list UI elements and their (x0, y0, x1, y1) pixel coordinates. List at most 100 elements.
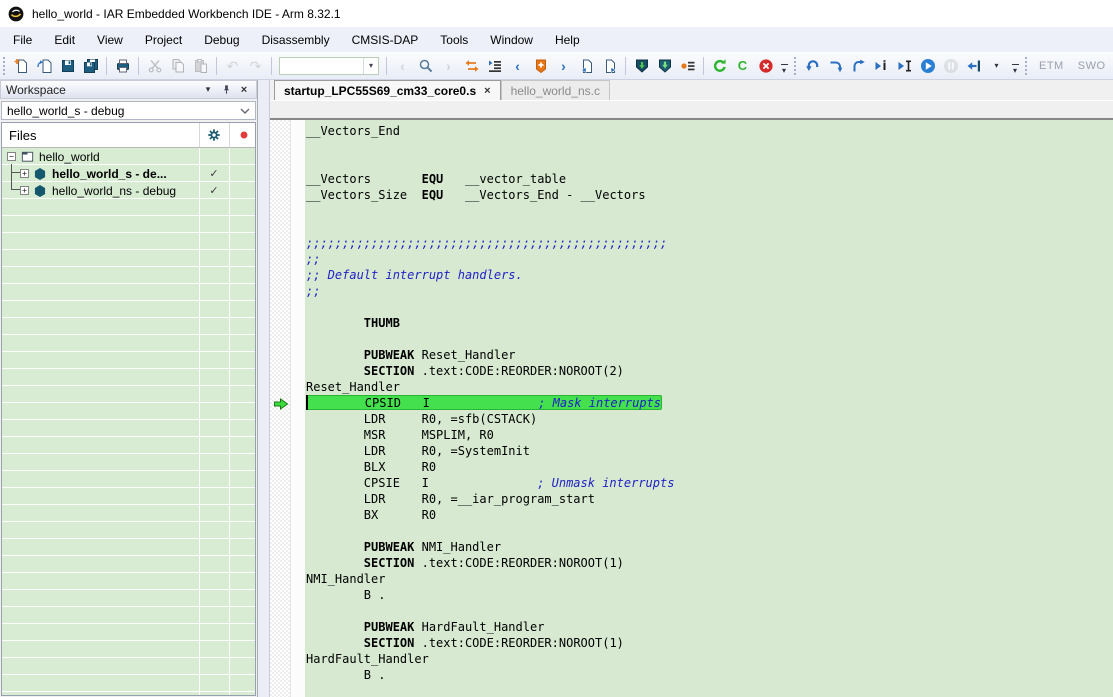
toolbar-separator (703, 57, 704, 75)
print-button[interactable] (111, 54, 134, 77)
code-line-text: NMI_Handler (306, 572, 385, 586)
step-into-button[interactable] (870, 54, 893, 77)
settings-gear-icon[interactable] (199, 123, 229, 147)
cut-button[interactable] (143, 54, 166, 77)
run-to-cursor-button[interactable] (893, 54, 916, 77)
next-document-icon (602, 58, 618, 74)
pin-icon[interactable] (219, 83, 233, 97)
breakpoint-dot-icon[interactable] (229, 123, 256, 147)
save-all-button[interactable] (79, 54, 102, 77)
paste-button[interactable] (189, 54, 212, 77)
prev-bookmark-button[interactable]: ‹ (506, 54, 529, 77)
tree-item-hello-world[interactable]: −hello_world (2, 148, 255, 165)
make-button[interactable] (708, 54, 731, 77)
execution-arrow-icon (273, 397, 289, 409)
menu-item-view[interactable]: View (86, 29, 134, 51)
collapse-icon[interactable]: − (7, 152, 16, 161)
title-bar: hello_world - IAR Embedded Workbench IDE… (0, 0, 1113, 27)
close-icon[interactable]: × (237, 83, 251, 97)
toolbar-separator (138, 57, 139, 75)
make-icon (712, 58, 728, 74)
next-document-button[interactable] (598, 54, 621, 77)
menu-item-project[interactable]: Project (134, 29, 193, 51)
toggle-bookmark-button[interactable] (529, 54, 552, 77)
tree-item-hello-world-ns-debug[interactable]: +hello_world_ns - debug✓ (2, 182, 255, 199)
files-column-header-row[interactable]: Files (2, 123, 255, 148)
find-icon (418, 58, 434, 74)
menu-item-window[interactable]: Window (479, 29, 544, 51)
reset-button[interactable] (801, 54, 824, 77)
compile-button[interactable]: C (731, 54, 754, 77)
code-line (306, 139, 1113, 155)
toolbar-grip[interactable] (3, 57, 7, 75)
stop-debugging-icon (966, 58, 982, 74)
goto-function-list-button[interactable] (483, 54, 506, 77)
find-button[interactable] (414, 54, 437, 77)
menu-item-disassembly[interactable]: Disassembly (251, 29, 341, 51)
menu-item-debug[interactable]: Debug (193, 29, 250, 51)
code-line: ;; (306, 251, 1113, 267)
configuration-value: hello_world_s - debug (7, 104, 124, 118)
undo-button[interactable]: ↶ (221, 54, 244, 77)
step-out-button[interactable] (847, 54, 870, 77)
nav-back-button[interactable]: ‹ (391, 54, 414, 77)
go-button[interactable] (916, 54, 939, 77)
redo-button[interactable]: ↷ (244, 54, 267, 77)
expand-icon[interactable]: + (20, 169, 29, 178)
save-button[interactable] (56, 54, 79, 77)
tab-startup-lpc55s69-cm33-core0-s[interactable]: startup_LPC55S69_cm33_core0.s × (274, 80, 501, 100)
next-bookmark-button[interactable]: › (552, 54, 575, 77)
swap-arrows-button[interactable] (460, 54, 483, 77)
nav-forward-button[interactable]: › (437, 54, 460, 77)
stop-build-button[interactable] (754, 54, 777, 77)
menu-item-cmsis-dap[interactable]: CMSIS-DAP (341, 29, 430, 51)
breakpoint-list-button[interactable] (676, 54, 699, 77)
close-tab-icon[interactable]: × (484, 85, 490, 97)
combo-dropdown-icon[interactable]: ▾ (363, 58, 378, 74)
workspace-titlebar[interactable]: Workspace ▾ × (0, 80, 257, 99)
files-tree: −hello_world+hello_world_s - de...✓+hell… (2, 148, 255, 695)
compile-icon: C (738, 59, 747, 73)
stop-debugging-button[interactable] (962, 54, 985, 77)
code-line-text: B . (306, 588, 385, 602)
etm-button[interactable]: ETM (1032, 58, 1071, 74)
debug-without-downloading-icon (657, 58, 673, 74)
code-line (306, 203, 1113, 219)
download-and-debug-button[interactable] (630, 54, 653, 77)
code-line: ;; (306, 283, 1113, 299)
find-combobox[interactable]: ▾ (279, 57, 379, 75)
new-document-button[interactable] (10, 54, 33, 77)
menu-item-tools[interactable]: Tools (429, 29, 479, 51)
code-line-text: LDR R0, =__iar_program_start (306, 492, 595, 506)
debug-without-downloading-button[interactable] (653, 54, 676, 77)
chevron-down-icon (240, 104, 250, 118)
menu-item-help[interactable]: Help (544, 29, 591, 51)
tree-item-hello-world-s-de[interactable]: +hello_world_s - de...✓ (2, 165, 255, 182)
swo-button[interactable]: SWO (1071, 58, 1113, 74)
break-button[interactable] (939, 54, 962, 77)
menu-item-edit[interactable]: Edit (43, 29, 86, 51)
toolbar-overflow-button[interactable]: ▾ (1009, 55, 1021, 77)
menu-item-file[interactable]: File (2, 29, 43, 51)
panel-splitter[interactable] (258, 80, 270, 697)
open-document-button[interactable] (33, 54, 56, 77)
tab-label: startup_LPC55S69_cm33_core0.s (284, 84, 476, 98)
configuration-selector[interactable]: hello_world_s - debug (1, 101, 256, 120)
dropdown-small-button[interactable]: ▾ (985, 54, 1008, 77)
code-editor[interactable]: __Vectors_End__Vectors EQU __vector_tabl… (305, 120, 1113, 697)
toolbar-grip[interactable] (1025, 57, 1029, 75)
tab-hello-world-ns-c[interactable]: hello_world_ns.c (501, 80, 610, 100)
expand-icon[interactable]: + (20, 186, 29, 195)
prev-document-button[interactable] (575, 54, 598, 77)
breakpoint-margin[interactable] (270, 120, 291, 697)
toolbar-group-debug: ▾▾ (791, 53, 1022, 79)
window-menu-dropdown-icon[interactable]: ▾ (201, 83, 215, 97)
copy-button[interactable] (166, 54, 189, 77)
code-line (306, 603, 1113, 619)
redo-icon: ↷ (250, 59, 262, 73)
project-hexagon-icon (33, 166, 48, 181)
step-over-button[interactable] (824, 54, 847, 77)
toolbar-grip[interactable] (794, 57, 798, 75)
tab-label: hello_world_ns.c (511, 84, 600, 98)
toolbar-overflow-button[interactable]: ▾ (778, 55, 790, 77)
